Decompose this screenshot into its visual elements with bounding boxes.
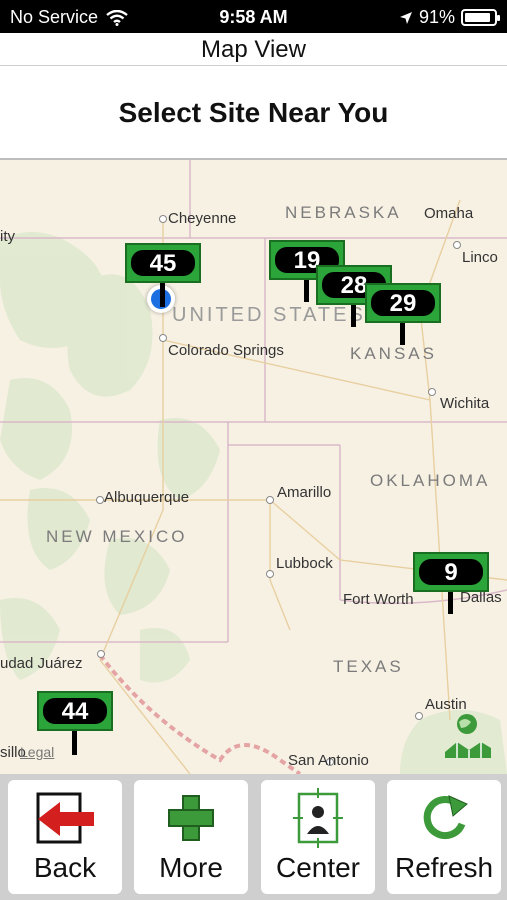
- city-label-ciudad-juarez: udad Juárez: [0, 655, 83, 672]
- select-site-heading: Select Site Near You: [0, 66, 507, 160]
- center-label: Center: [275, 852, 361, 883]
- city-label-fort-worth: Fort Worth: [343, 591, 414, 608]
- battery-icon: [461, 9, 500, 26]
- city-dot: [96, 496, 104, 504]
- refresh-label: Refresh: [394, 852, 494, 883]
- city-label-colorado-springs: Colorado Springs: [168, 342, 284, 359]
- city-label-albuquerque: Albuquerque: [104, 489, 190, 506]
- page-title: Map View: [0, 33, 507, 66]
- city-dot: [453, 241, 461, 249]
- site-marker-9[interactable]: 9: [413, 552, 489, 592]
- city-dot: [428, 388, 436, 396]
- center-button[interactable]: Center: [261, 780, 375, 894]
- city-dot: [415, 712, 423, 720]
- country-label-united-states: UNITED STATES: [172, 304, 366, 326]
- bottom-toolbar: Back More Center Refresh: [0, 774, 507, 900]
- marker-pole: [72, 731, 77, 755]
- battery-fill: [465, 13, 491, 22]
- city-dot: [159, 334, 167, 342]
- back-button[interactable]: Back: [8, 780, 122, 894]
- city-label-omaha: Omaha: [424, 205, 474, 222]
- city-label-cheyenne: Cheyenne: [168, 210, 237, 227]
- plus-icon: [168, 795, 214, 841]
- marker-pole: [304, 280, 309, 302]
- more-label: More: [159, 852, 223, 883]
- site-marker-44[interactable]: 44: [37, 691, 113, 731]
- marker-pole: [351, 305, 356, 327]
- marker-pole: [400, 323, 405, 345]
- map-background: [0, 160, 507, 774]
- city-label-lubbock: Lubbock: [276, 555, 333, 572]
- marker-pole: [160, 283, 165, 307]
- center-location-icon: [293, 788, 343, 848]
- city-label-wichita: Wichita: [440, 395, 490, 412]
- state-label-oklahoma: OKLAHOMA: [370, 471, 491, 490]
- city-dot: [97, 650, 105, 658]
- legal-link[interactable]: Legal: [20, 744, 54, 760]
- state-label-kansas: KANSAS: [350, 344, 437, 363]
- site-marker-45[interactable]: 45: [125, 243, 201, 283]
- state-label-nebraska: NEBRASKA: [285, 203, 402, 222]
- battery-percent: 91%: [418, 7, 455, 27]
- refresh-icon: [423, 795, 468, 840]
- city-label: ity: [0, 228, 15, 245]
- city-dot: [159, 215, 167, 223]
- status-bar: No Service 9:58 AM 91%: [0, 0, 507, 33]
- globe-map-icon[interactable]: [443, 712, 493, 760]
- city-label-amarillo: Amarillo: [277, 484, 332, 501]
- city-label-lincoln: Linco: [462, 249, 498, 266]
- status-right: 91%: [399, 7, 500, 28]
- city-label-austin: Austin: [425, 696, 467, 713]
- city-label-san-antonio: San Antonio: [288, 752, 369, 769]
- state-label-new-mexico: NEW MEXICO: [46, 527, 188, 546]
- city-dot: [266, 570, 274, 578]
- site-marker-29[interactable]: 29: [365, 283, 441, 323]
- back-arrow-icon: [36, 792, 94, 844]
- refresh-button[interactable]: Refresh: [387, 780, 501, 894]
- state-label-texas: TEXAS: [333, 657, 404, 676]
- more-button[interactable]: More: [134, 780, 248, 894]
- back-label: Back: [33, 852, 97, 883]
- city-dot: [266, 496, 274, 504]
- location-arrow-icon: [399, 11, 412, 24]
- map-view[interactable]: NEBRASKA UNITED STATES KANSAS OKLAHOMA N…: [0, 160, 507, 774]
- marker-pole: [448, 592, 453, 614]
